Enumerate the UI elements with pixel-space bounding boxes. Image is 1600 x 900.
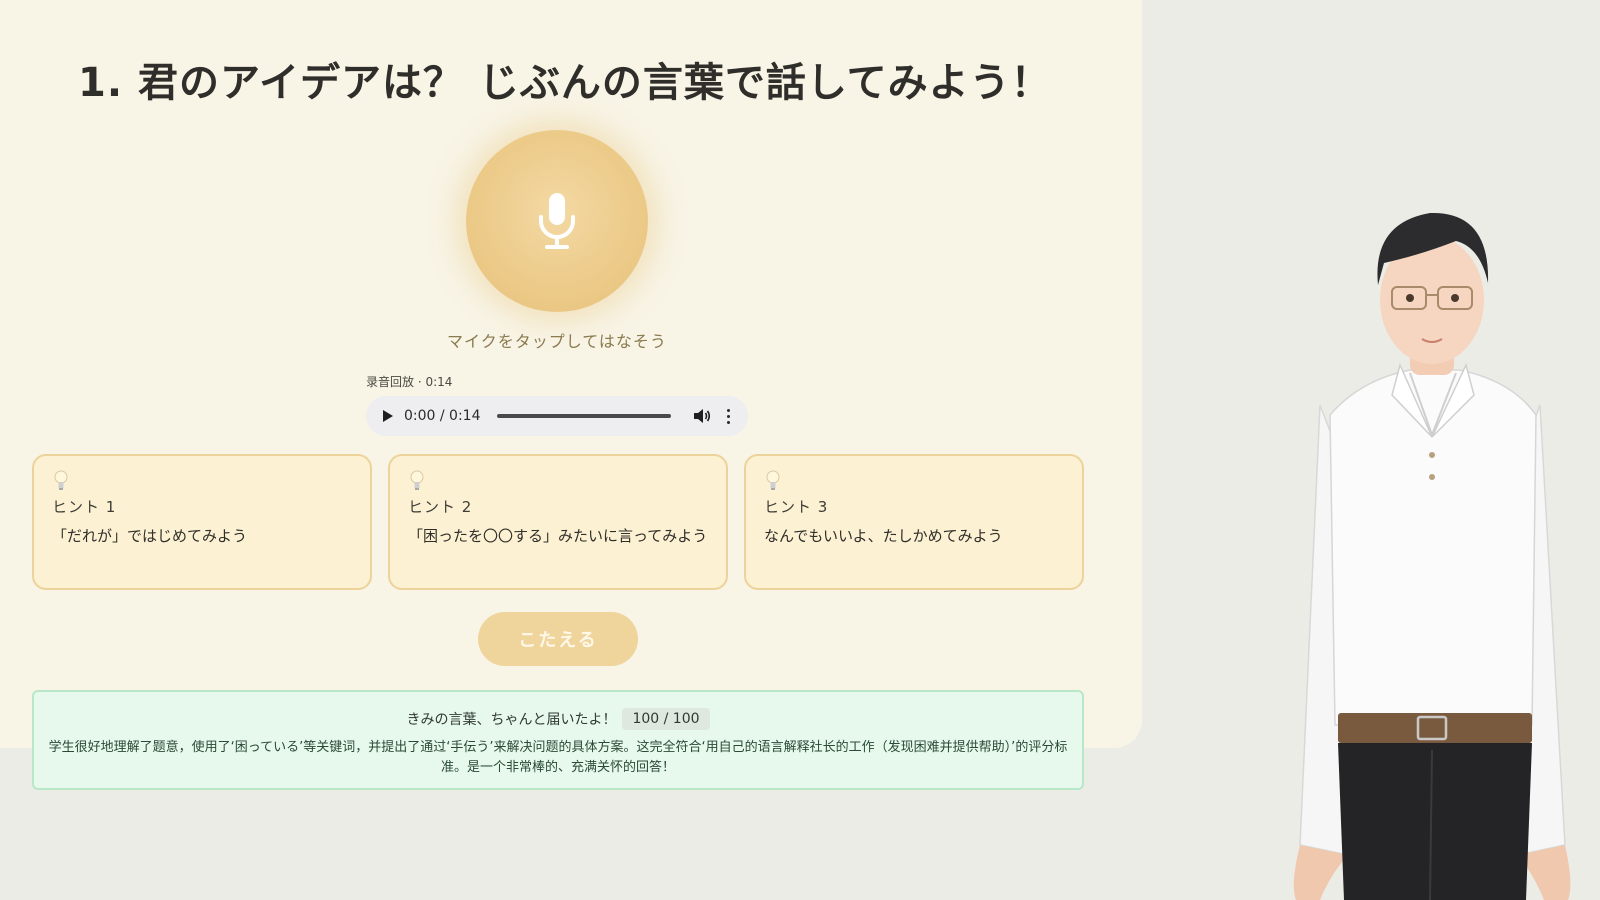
score-badge: 100 / 100 bbox=[622, 708, 710, 730]
hint-text: 「困ったを〇〇する」みたいに言ってみよう bbox=[408, 527, 708, 545]
question-title: 1. 君のアイデアは？ じぶんの言葉で話してみよう！ bbox=[78, 60, 1052, 106]
playback-progress-bar[interactable] bbox=[496, 414, 671, 418]
lightbulb-icon bbox=[766, 470, 780, 490]
volume-button[interactable] bbox=[693, 408, 711, 424]
hint-text: 「だれが」ではじめてみよう bbox=[52, 527, 248, 545]
recording-label: 录音回放 · 0:14 bbox=[366, 375, 453, 389]
hint-number: ヒント 1 bbox=[52, 498, 117, 516]
play-icon bbox=[383, 410, 393, 422]
playback-time: 0:00 / 0:14 bbox=[404, 408, 481, 424]
more-options-icon[interactable] bbox=[726, 408, 730, 424]
microphone-icon bbox=[539, 193, 575, 249]
hint-card-2[interactable]: ヒント 2 「困ったを〇〇する」みたいに言ってみよう bbox=[388, 454, 728, 590]
mic-instruction: マイクをタップしてはなそう bbox=[447, 332, 667, 351]
feedback-text: 学生很好地理解了题意，使用了‘困っている’等关键词，并提出了通过‘手伝う’来解决… bbox=[48, 740, 1068, 775]
result-headline: きみの言葉、ちゃんと届いたよ！ bbox=[406, 712, 617, 728]
answer-button[interactable]: こたえる bbox=[478, 612, 638, 666]
hint-text: なんでもいいよ、たしかめてみよう bbox=[764, 527, 1003, 545]
speaker-icon bbox=[693, 409, 710, 423]
hint-card-3[interactable]: ヒント 3 なんでもいいよ、たしかめてみよう bbox=[744, 454, 1084, 590]
result-panel: きみの言葉、ちゃんと届いたよ！ 100 / 100 学生很好地理解了题意，使用了… bbox=[32, 690, 1084, 790]
hint-number: ヒント 3 bbox=[764, 498, 829, 516]
audio-player: 0:00 / 0:14 bbox=[366, 396, 748, 436]
mic-button[interactable] bbox=[466, 130, 648, 312]
play-button[interactable] bbox=[382, 409, 394, 423]
hint-card-1[interactable]: ヒント 1 「だれが」ではじめてみよう bbox=[32, 454, 372, 590]
hint-number: ヒント 2 bbox=[408, 498, 473, 516]
teacher-avatar bbox=[1293, 212, 1571, 900]
lightbulb-icon bbox=[410, 470, 424, 490]
lightbulb-icon bbox=[54, 470, 68, 490]
